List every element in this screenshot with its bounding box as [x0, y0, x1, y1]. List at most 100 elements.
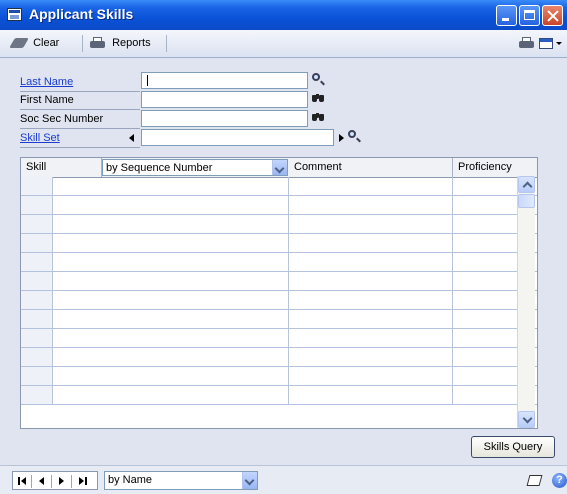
first-name-input[interactable] — [141, 91, 308, 108]
window-title: Applicant Skills — [29, 6, 134, 22]
sort-order-value: by Sequence Number — [106, 162, 213, 174]
row-cell-divider — [21, 177, 53, 195]
last-name-link[interactable]: Last Name — [20, 74, 140, 92]
skill-set-prev-icon[interactable] — [129, 134, 134, 142]
table-row[interactable] — [21, 367, 537, 386]
table-row[interactable] — [21, 234, 537, 253]
scroll-up-button[interactable] — [518, 176, 535, 193]
table-row[interactable] — [21, 310, 537, 329]
print-button[interactable] — [519, 35, 538, 52]
row-cell-divider — [452, 234, 453, 252]
row-cell-divider — [452, 215, 453, 233]
row-cell-divider — [452, 310, 453, 328]
row-cell-divider — [21, 329, 53, 347]
row-cell-divider — [288, 310, 289, 328]
printer-icon — [519, 37, 534, 49]
scroll-thumb[interactable] — [518, 194, 535, 208]
column-header-comment: Comment — [289, 158, 453, 177]
text-caret — [147, 75, 148, 86]
first-name-find-icon[interactable] — [310, 91, 326, 108]
title-bar: Applicant Skills — [0, 0, 567, 30]
chevron-down-icon[interactable] — [272, 160, 287, 175]
row-cell-divider — [288, 177, 289, 195]
status-bar: by Name ? — [0, 465, 567, 494]
skills-query-button[interactable]: Skills Query — [471, 436, 555, 458]
grid-rows — [21, 177, 537, 405]
row-cell-divider — [288, 291, 289, 309]
table-row[interactable] — [21, 177, 537, 196]
help-icon[interactable]: ? — [552, 473, 567, 488]
toolbar-separator — [82, 35, 83, 52]
sort-order-dropdown[interactable]: by Sequence Number — [102, 159, 288, 176]
ssn-input[interactable] — [141, 110, 308, 127]
row-cell-divider — [21, 291, 53, 309]
maximize-button[interactable] — [519, 5, 540, 26]
first-name-label: First Name — [20, 92, 140, 110]
row-cell-divider — [21, 386, 53, 404]
last-icon — [79, 477, 84, 485]
ssn-find-icon[interactable] — [310, 110, 326, 127]
reports-button[interactable]: Reports — [90, 35, 151, 52]
chevron-down-icon[interactable] — [556, 42, 562, 45]
skill-set-link[interactable]: Skill Set — [20, 130, 140, 148]
row-cell-divider — [21, 272, 53, 290]
close-button[interactable] — [542, 5, 563, 26]
row-cell-divider — [452, 291, 453, 309]
chevron-down-icon — [522, 413, 533, 424]
row-cell-divider — [288, 348, 289, 366]
row-cell-divider — [452, 253, 453, 271]
window-options-icon[interactable] — [539, 38, 553, 49]
skill-set-lookup-icon[interactable] — [346, 129, 362, 146]
printer-icon — [90, 37, 105, 49]
row-cell-divider — [288, 272, 289, 290]
table-row[interactable] — [21, 348, 537, 367]
column-header-skill: Skill — [21, 158, 102, 177]
next-record-button[interactable] — [59, 477, 64, 485]
grid-header: Skill by Sequence Number Comment Profici… — [21, 158, 537, 178]
note-icon[interactable] — [526, 475, 543, 486]
scroll-down-button[interactable] — [518, 411, 535, 428]
last-name-lookup-icon[interactable] — [310, 72, 326, 89]
browse-order-value: by Name — [108, 474, 153, 486]
row-cell-divider — [21, 196, 53, 214]
row-cell-divider — [21, 310, 53, 328]
record-navigator — [12, 471, 98, 490]
table-row[interactable] — [21, 272, 537, 291]
window-app-icon — [7, 8, 22, 21]
browse-order-dropdown[interactable]: by Name — [104, 471, 258, 490]
table-row[interactable] — [21, 215, 537, 234]
row-cell-divider — [21, 367, 53, 385]
row-cell-divider — [288, 386, 289, 404]
row-cell-divider — [452, 272, 453, 290]
toolbar-separator — [166, 35, 167, 52]
toolbar: Clear Reports — [0, 30, 567, 58]
row-cell-divider — [288, 234, 289, 252]
ssn-label: Soc Sec Number — [20, 111, 140, 129]
eraser-icon — [9, 38, 29, 49]
reports-label: Reports — [112, 37, 151, 49]
previous-record-button[interactable] — [39, 477, 44, 485]
row-cell-divider — [288, 367, 289, 385]
chevron-down-icon[interactable] — [242, 472, 257, 489]
row-cell-divider — [21, 234, 53, 252]
row-cell-divider — [288, 215, 289, 233]
table-row[interactable] — [21, 329, 537, 348]
skill-set-next-icon[interactable] — [339, 134, 344, 142]
skill-set-input[interactable] — [141, 129, 334, 146]
grid-scrollbar[interactable] — [517, 176, 535, 428]
table-row[interactable] — [21, 253, 537, 272]
row-cell-divider — [21, 215, 53, 233]
row-cell-divider — [452, 386, 453, 404]
row-cell-divider — [288, 253, 289, 271]
last-name-input[interactable] — [141, 72, 308, 89]
clear-button[interactable]: Clear — [9, 35, 59, 52]
row-cell-divider — [452, 329, 453, 347]
chevron-up-icon — [522, 181, 533, 192]
minimize-button[interactable] — [496, 5, 517, 26]
table-row[interactable] — [21, 196, 537, 215]
table-row[interactable] — [21, 291, 537, 310]
row-cell-divider — [21, 348, 53, 366]
row-cell-divider — [288, 329, 289, 347]
row-cell-divider — [288, 196, 289, 214]
table-row[interactable] — [21, 386, 537, 405]
